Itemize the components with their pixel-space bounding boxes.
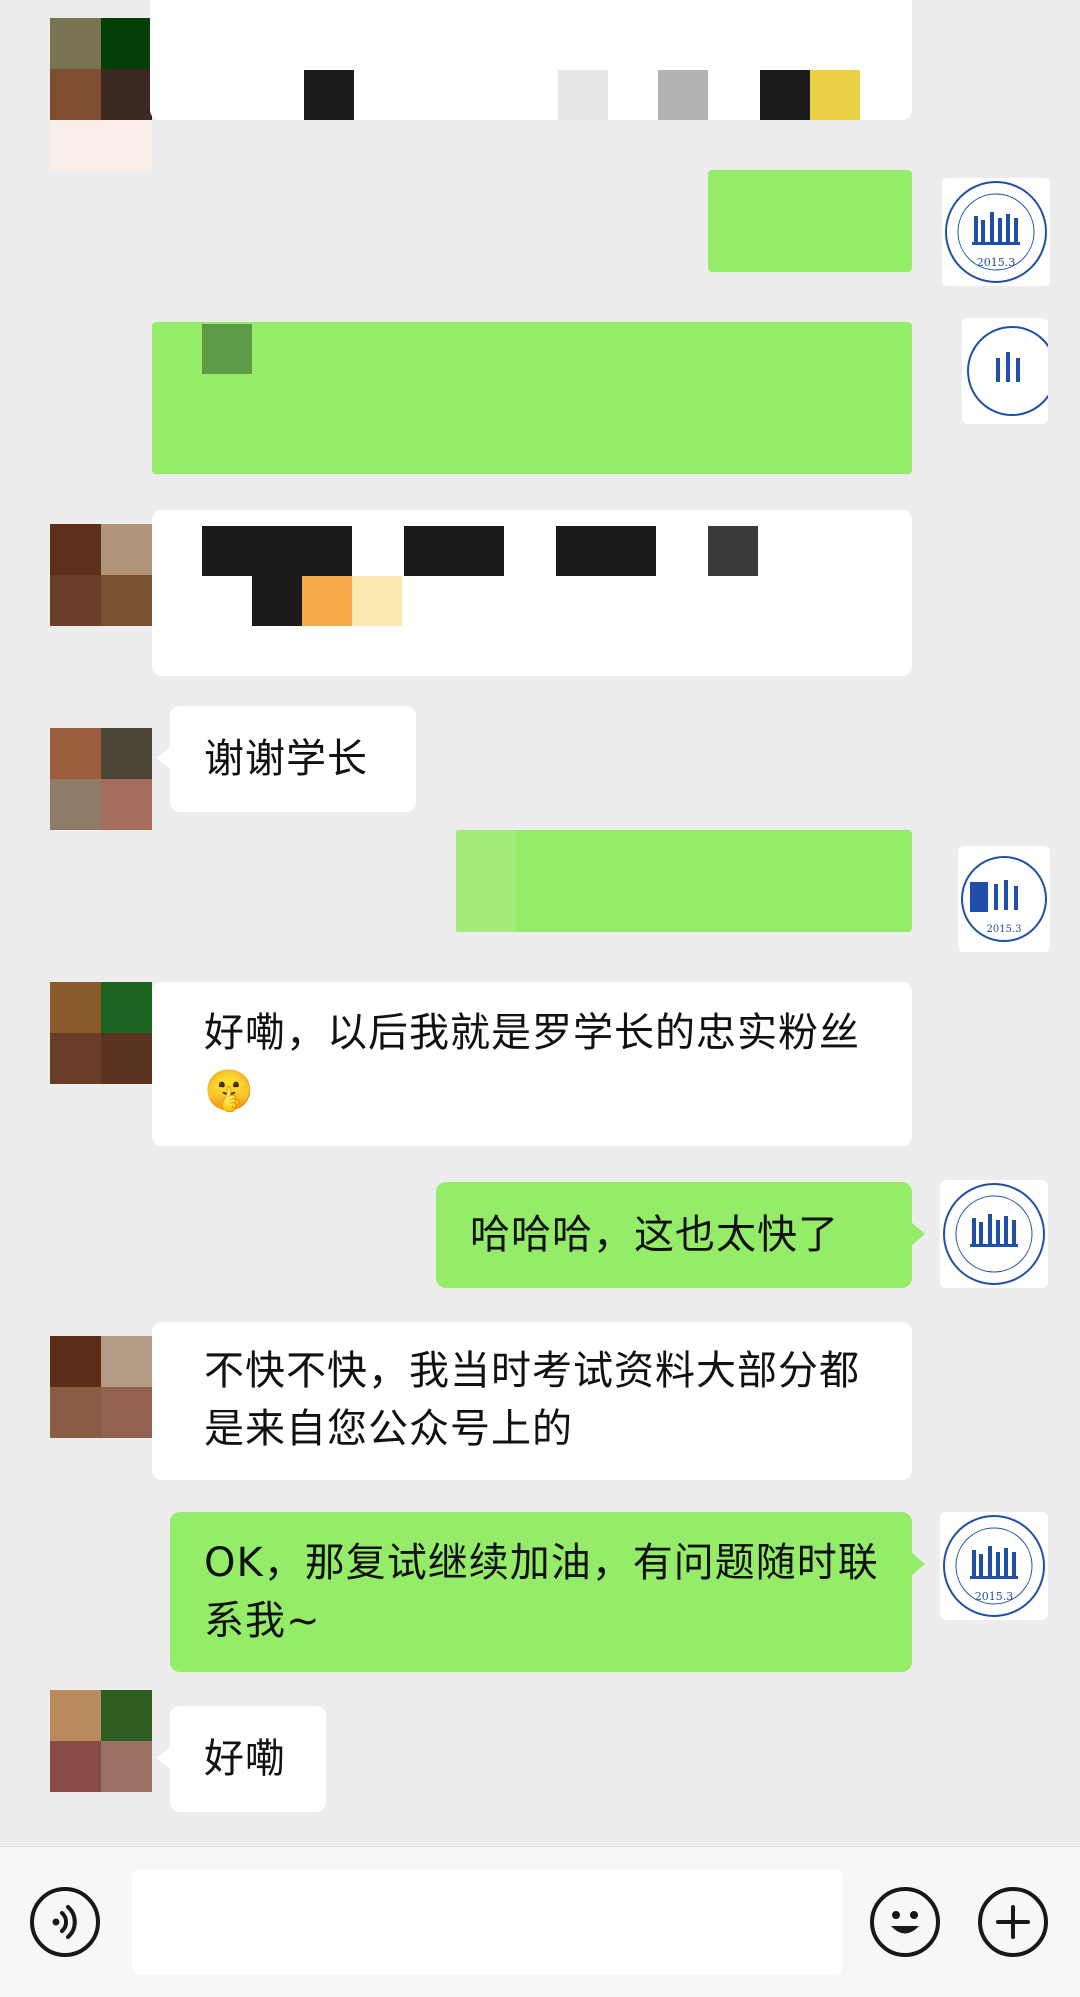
contact-avatar[interactable] bbox=[50, 1336, 152, 1438]
voice-icon bbox=[52, 1905, 77, 1939]
message-bubble[interactable]: 谢谢学长 bbox=[157, 706, 416, 812]
self-avatar[interactable]: 2015.3 bbox=[942, 178, 1050, 286]
svg-text:2015.3: 2015.3 bbox=[975, 1590, 1014, 1603]
self-avatar[interactable] bbox=[940, 1180, 1048, 1288]
message-bubble[interactable]: 不快不快，我当时考试资料大部分都是来自您公众号上的 bbox=[152, 1322, 912, 1480]
emoji-button[interactable] bbox=[870, 1887, 940, 1957]
message-bubble-pixelated[interactable] bbox=[152, 510, 912, 676]
brand-logo-icon: 2015.3 bbox=[943, 1515, 1045, 1617]
contact-avatar[interactable] bbox=[50, 728, 152, 830]
plus-icon bbox=[996, 1905, 1030, 1939]
pixel-block bbox=[202, 324, 252, 374]
self-avatar[interactable]: 2015.3 bbox=[958, 846, 1050, 952]
more-button[interactable] bbox=[978, 1887, 1048, 1957]
message-text: 谢谢学长 bbox=[204, 736, 368, 782]
pixel-block bbox=[708, 526, 758, 576]
avatar-blur bbox=[50, 120, 152, 170]
bubble-tail bbox=[911, 1222, 925, 1246]
pixel-block bbox=[456, 830, 516, 932]
pixel-block bbox=[404, 526, 504, 576]
brand-logo-icon: 2015.3 bbox=[945, 181, 1047, 283]
shush-emoji-icon: 🤫 bbox=[204, 1068, 255, 1114]
message-text: 好嘞，以后我就是罗学长的忠实粉丝 🤫 bbox=[204, 1004, 904, 1120]
self-avatar[interactable]: 2015.3 bbox=[940, 1512, 1048, 1620]
message-text: 哈哈哈，这也太快了 bbox=[470, 1212, 839, 1258]
svg-text:2015.3: 2015.3 bbox=[987, 924, 1022, 935]
pixel-block bbox=[760, 70, 810, 120]
pixel-block bbox=[556, 526, 656, 576]
message-bubble[interactable]: 哈哈哈，这也太快了 bbox=[436, 1182, 925, 1288]
brand-logo-icon bbox=[967, 326, 1048, 416]
voice-button[interactable] bbox=[30, 1887, 100, 1957]
message-text: 好嘞 bbox=[204, 1736, 286, 1782]
message-bubble-pixelated[interactable] bbox=[456, 830, 912, 932]
message-bubble-pixelated[interactable] bbox=[152, 322, 912, 474]
message-bubble[interactable]: 好嘞 bbox=[157, 1706, 326, 1812]
pixel-block bbox=[252, 576, 302, 626]
pixel-block bbox=[810, 70, 860, 120]
contact-avatar[interactable] bbox=[50, 18, 152, 120]
contact-avatar[interactable] bbox=[50, 1690, 152, 1792]
message-text: OK，那复试继续加油，有问题随时联系我~ bbox=[204, 1540, 879, 1644]
message-bubble-pixelated[interactable] bbox=[150, 0, 912, 120]
self-avatar[interactable] bbox=[962, 318, 1048, 424]
message-bubble[interactable]: OK，那复试继续加油，有问题随时联系我~ bbox=[170, 1512, 925, 1672]
pixel-block bbox=[202, 526, 352, 576]
bubble-tail bbox=[911, 1552, 925, 1576]
brand-logo-icon bbox=[943, 1183, 1045, 1285]
message-input[interactable] bbox=[132, 1869, 842, 1975]
bubble-tail bbox=[157, 1746, 171, 1770]
brand-logo-icon: 2015.3 bbox=[961, 856, 1047, 942]
contact-avatar[interactable] bbox=[50, 982, 152, 1084]
chat-screen: 2015.3 谢谢学长 2015.3 好嘞，以后我就是罗学长的忠实粉丝🤫 哈哈哈… bbox=[0, 0, 1080, 1997]
pixel-block bbox=[352, 576, 402, 626]
input-bar bbox=[0, 1846, 1080, 1997]
pixel-block bbox=[302, 576, 352, 626]
pixel-block bbox=[558, 70, 608, 120]
message-text: 不快不快，我当时考试资料大部分都是来自您公众号上的 bbox=[204, 1348, 860, 1452]
bubble-tail bbox=[157, 746, 171, 770]
message-bubble[interactable]: 好嘞，以后我就是罗学长的忠实粉丝 🤫 bbox=[152, 982, 912, 1146]
contact-avatar[interactable] bbox=[50, 524, 152, 626]
pixel-block bbox=[304, 70, 354, 120]
message-bubble-pixelated[interactable] bbox=[708, 170, 912, 272]
message-text-content: 好嘞，以后我就是罗学长的忠实粉丝 bbox=[204, 1010, 860, 1056]
emoji-face-icon bbox=[891, 1911, 919, 1934]
svg-text:2015.3: 2015.3 bbox=[977, 256, 1016, 269]
pixel-block bbox=[658, 70, 708, 120]
